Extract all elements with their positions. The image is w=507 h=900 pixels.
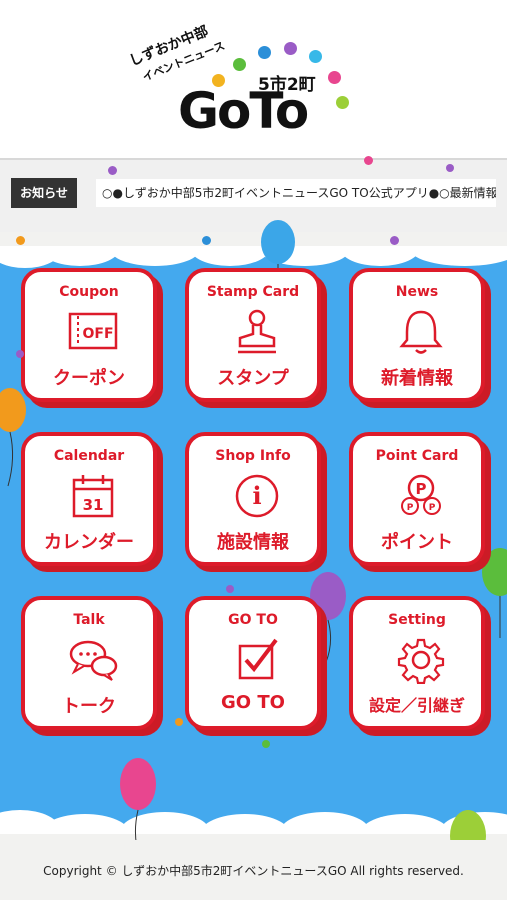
menu-talk-button[interactable]: Talk トーク xyxy=(21,596,157,730)
confetti-dot xyxy=(108,166,117,175)
menu-coupon-button[interactable]: Coupon OFF クーポン xyxy=(21,268,157,402)
confetti-dot xyxy=(390,236,399,245)
cloud xyxy=(200,814,290,834)
cloud xyxy=(40,246,120,266)
logo-dot-cyan xyxy=(309,50,322,63)
menu-news-button[interactable]: News 新着情報 xyxy=(349,268,485,402)
menu-shopinfo-button[interactable]: Shop Info i 施設情報 xyxy=(185,432,321,566)
logo-dot-purple xyxy=(284,42,297,55)
gear-icon xyxy=(397,638,445,684)
logo-dot-blue xyxy=(258,46,271,59)
coupon-off-icon: OFF xyxy=(68,312,118,350)
menu-coupon-en-label: Coupon xyxy=(59,284,119,300)
menu-setting-en-label: Setting xyxy=(388,612,446,628)
app-logo: GoTo xyxy=(178,82,309,140)
menu-stamp-jp-label: スタンプ xyxy=(217,368,289,389)
cloud xyxy=(280,812,370,834)
menu-shopinfo-jp-label: 施設情報 xyxy=(217,532,289,553)
menu-shopinfo-en-label: Shop Info xyxy=(215,448,291,464)
logo-dot-lime xyxy=(336,96,349,109)
menu-calendar-en-label: Calendar xyxy=(53,448,125,464)
menu-news-en-label: News xyxy=(395,284,439,300)
cloud xyxy=(110,246,200,266)
menu-setting-jp-label: 設定／引継ぎ xyxy=(368,696,465,715)
copyright-text: Copyright © しずおか中部5市2町イベントニュースGO All rig… xyxy=(43,864,464,878)
cloud xyxy=(360,814,450,834)
menu-setting-button[interactable]: Setting 設定／引継ぎ xyxy=(349,596,485,730)
confetti-dot xyxy=(226,585,234,593)
confetti-dot xyxy=(175,718,183,726)
menu-point-en-label: Point Card xyxy=(375,448,459,464)
svg-text:P: P xyxy=(416,480,427,498)
confetti-dot xyxy=(262,740,270,748)
svg-text:OFF: OFF xyxy=(82,326,113,342)
menu-stamp-button[interactable]: Stamp Card スタンプ xyxy=(185,268,321,402)
menu-stamp-en-label: Stamp Card xyxy=(206,284,300,300)
info-icon: i xyxy=(235,474,279,518)
checkbox-icon xyxy=(238,638,278,680)
menu-point-jp-label: ポイント xyxy=(381,532,453,553)
chat-bubbles-icon xyxy=(69,640,118,681)
svg-text:P: P xyxy=(407,503,414,513)
bell-icon xyxy=(399,310,443,354)
logo-dot-yellow xyxy=(212,74,225,87)
svg-text:31: 31 xyxy=(83,496,104,514)
cloud xyxy=(40,814,130,834)
menu-goto-button[interactable]: GO TO GO TO xyxy=(185,596,321,730)
cloud xyxy=(410,246,507,266)
confetti-dot xyxy=(16,350,24,358)
menu-news-jp-label: 新着情報 xyxy=(381,368,453,389)
confetti-dot xyxy=(446,164,454,172)
menu-goto-en-label: GO TO xyxy=(228,612,278,628)
news-ticker[interactable]: ○●しずおか中部5市2町イベントニュースGO TO公式アプリ●○最新情報を xyxy=(96,179,496,207)
menu-calendar-button[interactable]: Calendar 31 カレンダー xyxy=(21,432,157,566)
menu-coupon-jp-label: クーポン xyxy=(53,368,125,389)
menu-point-button[interactable]: Point Card P P P ポイント xyxy=(349,432,485,566)
menu-talk-jp-label: トーク xyxy=(62,696,116,717)
menu-talk-en-label: Talk xyxy=(73,612,105,628)
menu-goto-jp-label: GO TO xyxy=(221,692,285,713)
svg-text:i: i xyxy=(252,481,261,510)
menu-calendar-jp-label: カレンダー xyxy=(44,532,134,553)
confetti-dot xyxy=(202,236,211,245)
svg-text:P: P xyxy=(429,503,436,513)
stamp-icon xyxy=(238,309,276,354)
confetti-dot xyxy=(364,156,373,165)
calendar-icon: 31 xyxy=(72,475,114,518)
news-label: お知らせ xyxy=(11,178,77,208)
point-coins-icon: P P P xyxy=(401,474,441,515)
app-header: しずおか中部 イベントニュース 5市2町 GoTo xyxy=(0,0,507,158)
cloud xyxy=(340,246,420,266)
confetti-dot xyxy=(16,236,25,245)
logo-dot-green xyxy=(233,58,246,71)
logo-dot-pink xyxy=(328,71,341,84)
